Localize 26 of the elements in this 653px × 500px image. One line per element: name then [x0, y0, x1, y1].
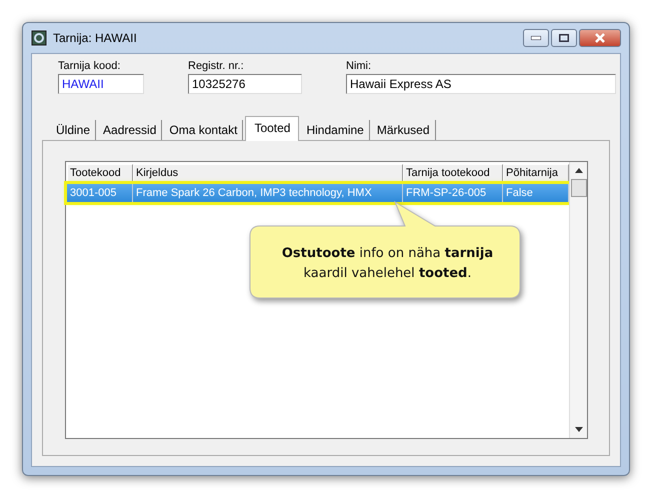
app-icon	[31, 30, 47, 46]
close-icon	[595, 33, 605, 43]
window-title: Tarnija: HAWAII	[53, 31, 138, 45]
minimize-icon	[531, 36, 541, 40]
scrollbar[interactable]	[569, 162, 587, 438]
text-field[interactable]: HAWAII	[58, 74, 144, 94]
maximize-button[interactable]	[551, 29, 577, 47]
field-label: Registr. nr.:	[188, 60, 245, 72]
column-header[interactable]: Põhitarnija	[503, 164, 569, 182]
field-label: Tarnija kood:	[58, 60, 122, 72]
close-button[interactable]	[579, 29, 621, 47]
maximize-icon	[559, 34, 569, 42]
callout-text: Ostutoote info on näha tarnija kaardil vahelehel tooted.	[280, 245, 494, 283]
column-header[interactable]: Kirjeldus	[133, 164, 403, 182]
column-header[interactable]: Tootekood	[67, 164, 133, 182]
scroll-down-icon[interactable]	[574, 427, 582, 432]
minimize-button[interactable]	[523, 29, 549, 47]
table-cell: 3001-005	[67, 184, 133, 202]
scroll-thumb[interactable]	[570, 179, 586, 197]
tab[interactable]: Tooted	[245, 116, 300, 141]
field-label: Nimi:	[346, 60, 372, 72]
table-cell: FRM-SP-26-005	[403, 184, 503, 202]
text-field[interactable]: Hawaii Express AS	[346, 74, 616, 94]
text-field[interactable]: 10325276	[188, 74, 302, 94]
column-header[interactable]: Tarnija tootekood	[403, 164, 503, 182]
scroll-up-icon[interactable]	[574, 168, 582, 173]
